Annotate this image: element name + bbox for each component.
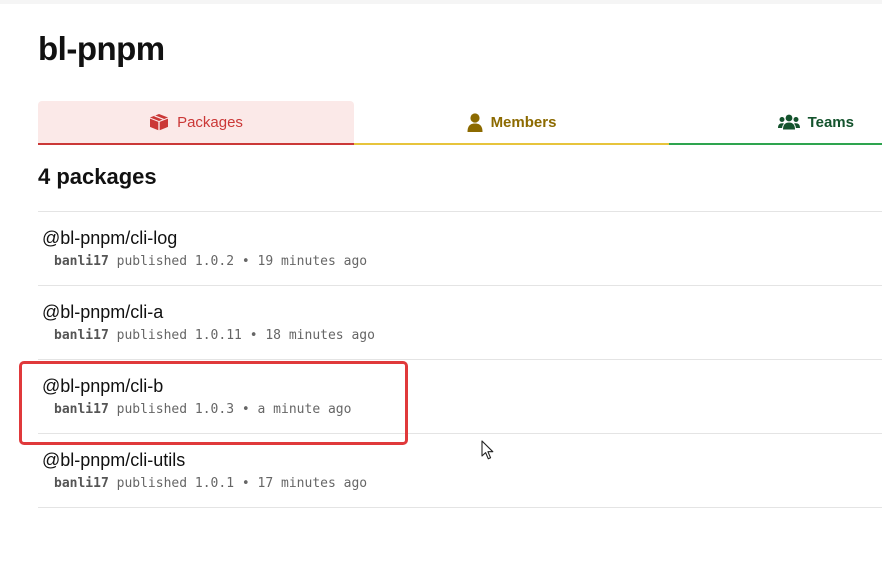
- package-name-link[interactable]: @bl-pnpm/cli-log: [42, 228, 177, 249]
- tab-members-label: Members: [490, 113, 557, 131]
- package-version: 1.0.2: [194, 254, 235, 269]
- tab-teams[interactable]: Teams: [669, 101, 882, 145]
- package-version: 1.0.11: [194, 328, 242, 343]
- package-meta: banli17 published 1.0.1 • 17 minutes ago: [42, 476, 882, 491]
- package-name-link[interactable]: @bl-pnpm/cli-utils: [42, 450, 185, 471]
- package-version: 1.0.1: [194, 476, 235, 491]
- published-time: 18 minutes ago: [265, 328, 375, 343]
- meta-separator: •: [241, 476, 250, 491]
- package-list: @bl-pnpm/cli-log banli17 published 1.0.2…: [38, 211, 882, 508]
- list-item: @bl-pnpm/cli-utils banli17 published 1.0…: [38, 434, 882, 508]
- org-tabs: Packages Members Teams: [38, 101, 882, 145]
- package-author-link[interactable]: banli17: [54, 476, 109, 491]
- package-author-link[interactable]: banli17: [54, 254, 109, 269]
- package-meta: banli17 published 1.0.11 • 18 minutes ag…: [42, 328, 882, 343]
- published-label: published: [116, 328, 188, 343]
- tab-packages-label: Packages: [177, 113, 243, 131]
- tab-members[interactable]: Members: [354, 101, 669, 145]
- page-title: bl-pnpm: [38, 30, 165, 67]
- tab-teams-label: Teams: [807, 113, 854, 131]
- published-label: published: [116, 476, 188, 491]
- meta-separator: •: [249, 328, 258, 343]
- published-label: published: [116, 254, 188, 269]
- package-author-link[interactable]: banli17: [54, 328, 109, 343]
- top-bar: [0, 0, 882, 4]
- published-time: 17 minutes ago: [257, 476, 368, 491]
- mouse-cursor-icon: [481, 440, 495, 465]
- package-count: 4 packages: [38, 164, 157, 189]
- list-item: @bl-pnpm/cli-log banli17 published 1.0.2…: [38, 212, 882, 286]
- package-icon: [149, 113, 169, 131]
- users-icon: [777, 114, 800, 130]
- package-name-link[interactable]: @bl-pnpm/cli-a: [42, 302, 163, 323]
- list-item: @bl-pnpm/cli-a banli17 published 1.0.11 …: [38, 286, 882, 360]
- highlight-annotation: [19, 361, 408, 445]
- published-time: 19 minutes ago: [257, 254, 368, 269]
- package-meta: banli17 published 1.0.2 • 19 minutes ago: [42, 254, 882, 269]
- tab-packages[interactable]: Packages: [38, 101, 354, 145]
- meta-separator: •: [241, 254, 250, 269]
- user-icon: [467, 112, 483, 132]
